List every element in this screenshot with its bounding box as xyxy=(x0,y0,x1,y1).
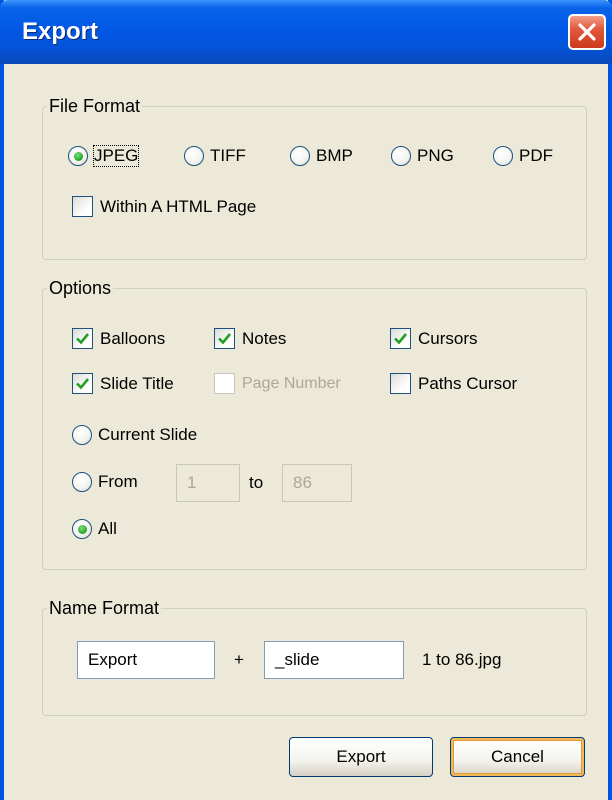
radio-button-icon xyxy=(290,146,310,166)
radio-button-icon xyxy=(184,146,204,166)
export-button[interactable]: Export xyxy=(289,737,433,777)
checkbox-balloons-label: Balloons xyxy=(100,328,166,348)
name-suffix-input[interactable]: _slide xyxy=(264,641,404,679)
checkmark-icon xyxy=(72,328,93,349)
radio-current-slide[interactable]: Current Slide xyxy=(72,425,197,445)
file-format-legend: File Format xyxy=(49,96,141,116)
plus-label: + xyxy=(234,650,244,669)
name-result-label: 1 to 86.jpg xyxy=(422,650,502,669)
close-icon xyxy=(578,23,596,41)
checkbox-page-number-label: Page Number xyxy=(242,374,341,392)
checkbox-cursors-label: Cursors xyxy=(418,328,478,348)
radio-all[interactable]: All xyxy=(72,519,117,539)
name-prefix-input[interactable]: Export xyxy=(77,641,215,679)
checkbox-page-number: Page Number xyxy=(214,373,341,394)
radio-button-icon xyxy=(493,146,513,166)
radio-bmp-label: BMP xyxy=(316,146,353,165)
checkmark-icon xyxy=(390,328,411,349)
export-dialog: Export File Format JPEG TIFF BMP PNG PDF… xyxy=(0,0,612,800)
checkbox-notes[interactable]: Notes xyxy=(214,328,286,349)
radio-png-label: PNG xyxy=(417,146,454,165)
dialog-title: Export xyxy=(22,18,99,45)
radio-button-icon xyxy=(391,146,411,166)
checkbox-cursors[interactable]: Cursors xyxy=(390,328,478,349)
radio-all-label: All xyxy=(98,519,117,538)
checkbox-notes-label: Notes xyxy=(242,328,287,348)
checkbox-icon xyxy=(72,196,93,217)
checkbox-slide-title-label: Slide Title xyxy=(100,373,174,393)
radio-pdf[interactable]: PDF xyxy=(493,146,553,166)
radio-pdf-label: PDF xyxy=(519,146,553,165)
radio-button-icon xyxy=(68,146,88,166)
checkbox-slide-title[interactable]: Slide Title xyxy=(72,373,174,394)
from-input[interactable]: 1 xyxy=(176,464,240,502)
radio-bmp[interactable]: BMP xyxy=(290,146,353,166)
checkmark-icon xyxy=(214,328,235,349)
checkmark-icon xyxy=(72,373,93,394)
file-format-group: File Format xyxy=(42,96,587,260)
close-button[interactable] xyxy=(568,14,606,50)
options-legend: Options xyxy=(49,278,112,298)
cancel-button[interactable]: Cancel xyxy=(450,737,585,777)
radio-png[interactable]: PNG xyxy=(391,146,454,166)
checkbox-icon xyxy=(390,373,411,394)
to-label: to xyxy=(249,473,264,492)
name-format-legend: Name Format xyxy=(49,598,160,618)
checkbox-icon xyxy=(214,373,235,394)
radio-current-slide-label: Current Slide xyxy=(98,425,198,444)
radio-from[interactable]: From xyxy=(72,472,138,492)
options-group: Options xyxy=(42,278,587,570)
radio-button-icon xyxy=(72,519,92,539)
radio-tiff-label: TIFF xyxy=(210,146,246,165)
to-input[interactable]: 86 xyxy=(282,464,352,502)
radio-button-icon xyxy=(72,425,92,445)
radio-tiff[interactable]: TIFF xyxy=(184,146,246,166)
checkbox-paths-cursor-label: Paths Cursor xyxy=(418,373,518,393)
radio-jpeg-label: JPEG xyxy=(92,145,140,167)
checkbox-html-page[interactable]: Within A HTML Page xyxy=(72,196,256,217)
title-bar[interactable]: Export xyxy=(0,0,612,64)
radio-button-icon xyxy=(72,472,92,492)
checkbox-paths-cursor[interactable]: Paths Cursor xyxy=(390,373,517,394)
checkbox-html-page-label: Within A HTML Page xyxy=(100,196,257,216)
checkbox-balloons[interactable]: Balloons xyxy=(72,328,165,349)
radio-from-label: From xyxy=(98,472,138,491)
radio-jpeg[interactable]: JPEG xyxy=(68,145,140,167)
